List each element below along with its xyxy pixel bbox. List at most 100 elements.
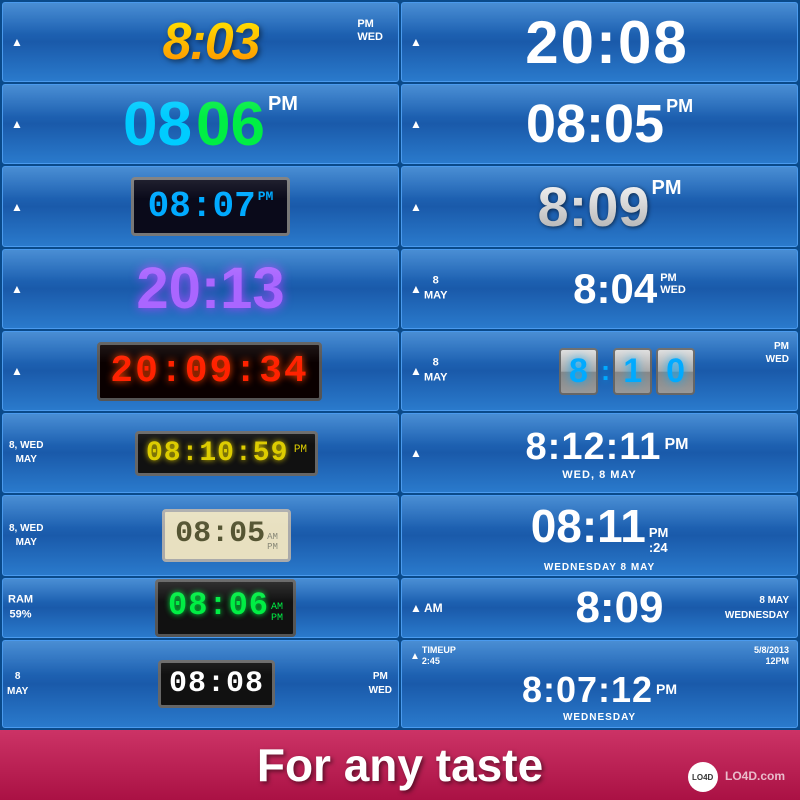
time-display: 08:05 [526,93,664,155]
date-label: 8, WED MAY [9,439,43,467]
date-label: 8 MAY [424,273,447,304]
time-suffix: PM [652,177,682,200]
led-display: 20:09:34 [97,342,321,401]
clock-lcd-yellow: 8, WED MAY 08:10:59 PM [2,413,399,493]
arrow-icon: ▲ [11,200,23,214]
clock-flip-blue: ▲ 8 MAY 8 : 1 0 PM WED [401,331,798,411]
lcd-display: 08:05 AM PM [162,509,291,562]
time-suffix: PM [294,444,307,456]
date-label: 8 MAY WEDNESDAY [725,593,789,623]
time-display: 20:09:34 [110,350,308,393]
footer: For any taste LO4D LO4D.com [0,730,800,800]
clock-white-date-below: 08:11 PM :24 WEDNESDAY 8 MAY [401,495,798,575]
logo-circle: LO4D [688,762,718,792]
clock-ram: RAM 59% 08:06 AM PM [2,578,399,638]
clock-timeup: ▲ TIMEUP 2:45 5/8/2013 12PM 8:07:12 PM W… [401,640,798,728]
time-display: 8:12:11 [526,426,662,469]
time-display: 8:09 [575,583,663,633]
arrow-icon: ▲ [410,446,422,460]
clock-white-medium: ▲ 08:05 PM [401,84,798,164]
suffix-label: PM WED [369,670,392,698]
logo-text: LO4D.com [725,769,785,783]
arrow-icon: ▲ [410,35,422,49]
suffix-block: PM :24 [649,525,669,555]
time-suffix: PM [258,189,274,204]
time-display: 20:08 [525,8,688,77]
footer-logo: LO4D LO4D.com [688,762,785,792]
time-row: 08:11 PM :24 [531,499,669,560]
time-display: 20:13 [136,255,284,322]
date-label: 8 MAY [7,669,28,699]
time-suffix: PM [656,681,677,697]
time-suffix: PM WED [357,18,383,44]
arrow-icon: ▲ [410,364,422,378]
clock-silver-3d: ▲ 8:09 PM [401,166,798,246]
main-container: ▲ 8:03 PM WED ▲ 20:08 ▲ 08 06 PM ▲ 08:05… [0,0,800,800]
clock-purple: ▲ 20:13 [2,249,399,329]
flip-digit-1: 1 [613,348,652,395]
clock-retro-yellow: ▲ 8:03 PM WED [2,2,399,82]
time-display: 08:06 [168,587,269,624]
arrow-icon: ▲ [11,282,23,296]
am-label: AM [424,601,443,615]
arrow-icon: ▲ [11,364,23,378]
time-display: 8:07:12 [522,669,653,711]
arrow-icon: ▲ [410,117,422,131]
clock-lcd-white: 8 MAY 08:08 PM WED [2,640,399,728]
time-minutes: 06 [196,89,265,160]
date-label: 8 MAY [424,356,447,387]
colon: : [601,355,610,387]
time-suffix-block: PM WED [660,272,686,296]
arrow-icon: ▲ [410,601,422,615]
date-label: 8, WED MAY [9,522,43,550]
time-suffix: PM [666,96,693,117]
time-hours: 08 [123,89,192,160]
suffix-block: AM PM [267,532,278,552]
lcd-display: 08:06 AM PM [155,579,296,637]
time-row: 8:07:12 PM [522,669,677,711]
time-display: 08:05 [175,517,265,551]
date-top-label: 5/8/2013 12PM [754,645,789,668]
date-label: WED, 8 MAY [562,469,636,481]
clock-large-date: ▲ 8:12:11 PM WED, 8 MAY [401,413,798,493]
flip-digit-0: 0 [656,348,695,395]
top-row: ▲ TIMEUP 2:45 5/8/2013 12PM [406,645,793,668]
clock-lcd-beige: 8, WED MAY 08:05 AM PM [2,495,399,575]
time-display: 08:08 [169,667,264,701]
time-suffix: PM [268,93,298,116]
flip-display: 8 : 1 0 [558,347,696,396]
time-display: 8:04 [573,265,657,313]
day-label: WEDNESDAY [563,712,636,723]
clock-white-bold: ▲ 20:08 [401,2,798,82]
ram-label: RAM 59% [8,592,33,623]
clock-cyan-green: ▲ 08 06 PM [2,84,399,164]
timeup-label: TIMEUP 2:45 [422,645,456,668]
time-suffix-pm: PM [649,525,669,540]
clock-lcd-blue: ▲ 08:07 PM [2,166,399,246]
time-display: 8:09 [537,174,649,239]
time-suffix: PM [664,436,688,454]
time-display: 08:07 [148,186,256,227]
time-row: 8:12:11 PM [526,426,689,469]
time-suffix-seconds: :24 [649,540,669,555]
clock-date-time-right: ▲ 8 MAY 8:04 PM WED [401,249,798,329]
flip-digit-8: 8 [559,348,598,395]
arrow-icon: ▲ [410,282,422,296]
time-display: 08:11 [531,499,646,553]
clock-red-led: ▲ 20:09:34 [2,331,399,411]
clocks-grid: ▲ 8:03 PM WED ▲ 20:08 ▲ 08 06 PM ▲ 08:05… [0,0,800,730]
arrow-icon: ▲ [11,117,23,131]
arrow-icon: ▲ [410,651,420,662]
clock-am-time: ▲ AM 8:09 8 MAY WEDNESDAY [401,578,798,638]
lcd-display: 08:10:59 PM [135,431,318,476]
time-display: 8:03 [162,12,258,72]
arrow-icon: ▲ [410,200,422,214]
lcd-display: 08:08 [158,660,275,708]
suffix-info: PM WED [766,340,789,366]
lcd-display: 08:07 PM [131,177,291,236]
suffix-block: AM PM [271,602,283,624]
time-display: 08:10:59 [146,438,288,469]
footer-text: For any taste [257,738,543,792]
arrow-icon: ▲ [11,35,23,49]
date-label: WEDNESDAY 8 MAY [544,562,655,573]
